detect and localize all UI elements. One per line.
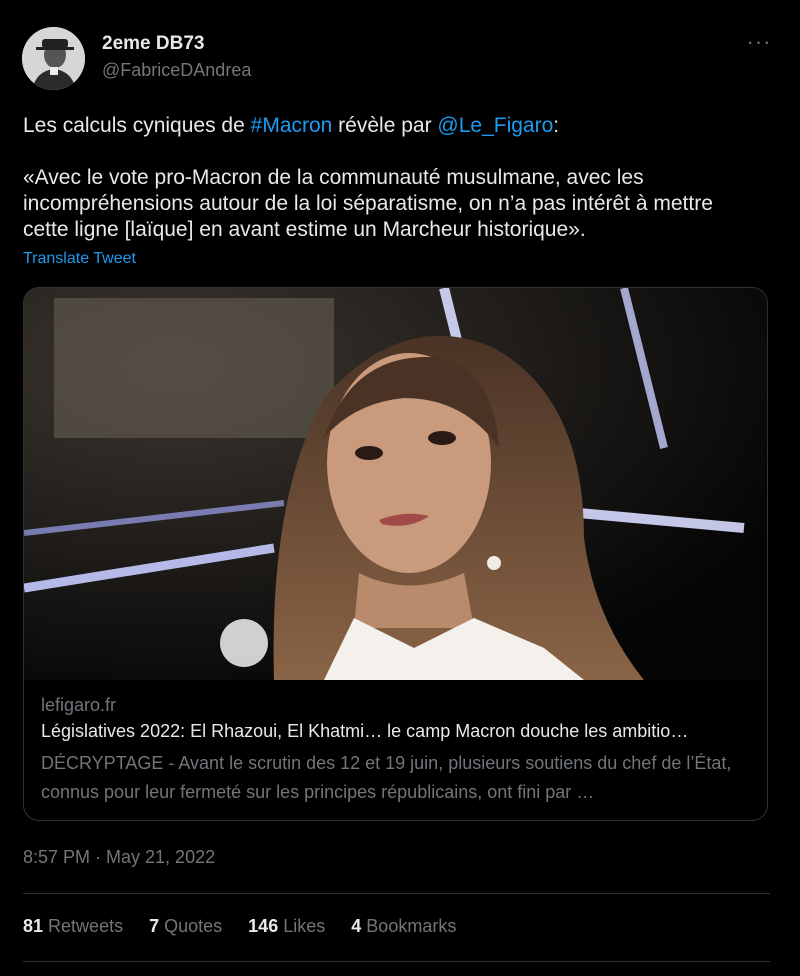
tweet-timestamp[interactable]: 8:57 PM · May 21, 2022: [23, 847, 215, 868]
tweet-stats: 81 Retweets 7 Quotes 146 Likes 4 Bookmar…: [23, 916, 482, 937]
card-domain: lefigaro.fr: [41, 695, 117, 715]
stat-count: 4: [351, 916, 362, 936]
divider: [23, 893, 770, 894]
tweet-first-line: Les calculs cyniques de #Macron révèle p…: [23, 113, 763, 139]
stat-label: Likes: [283, 916, 326, 936]
card-meta: lefigaro.fr Législatives 2022: El Rhazou…: [41, 695, 756, 807]
stat-label: Bookmarks: [366, 916, 457, 936]
link-preview-card[interactable]: lefigaro.fr Législatives 2022: El Rhazou…: [23, 287, 768, 821]
hashtag-link[interactable]: #Macron: [251, 114, 333, 137]
card-title[interactable]: Législatives 2022: El Rhazoui, El Khatmi…: [41, 721, 756, 749]
mention-link[interactable]: @Le_Figaro: [437, 114, 553, 137]
stat-quotes[interactable]: 7 Quotes: [149, 916, 222, 937]
tweet-quote: «Avec le vote pro-Macron de la communaut…: [23, 166, 713, 241]
avatar-portrait-image: [22, 27, 85, 90]
avatar[interactable]: [22, 27, 85, 90]
author-name[interactable]: 2eme DB73: [102, 33, 204, 55]
article-photo[interactable]: [24, 288, 767, 680]
stat-bookmarks[interactable]: 4 Bookmarks: [351, 916, 456, 937]
stat-label: Quotes: [164, 916, 223, 936]
stat-count: 146: [248, 916, 279, 936]
stat-retweets[interactable]: 81 Retweets: [23, 916, 123, 937]
stat-likes[interactable]: 146 Likes: [248, 916, 325, 937]
tweet-text-middle: révèle par: [332, 114, 438, 137]
tweet-text: Les calculs cyniques de #Macron révèle p…: [23, 113, 763, 243]
tweet-text-suffix: :: [553, 114, 560, 137]
card-description: DÉCRYPTAGE - Avant le scrutin des 12 et …: [41, 753, 732, 802]
divider: [23, 961, 770, 962]
tweet-text-prefix: Les calculs cyniques de: [23, 114, 251, 137]
author-handle[interactable]: @FabriceDAndrea: [102, 60, 251, 81]
stat-label: Retweets: [48, 916, 124, 936]
stat-count: 81: [23, 916, 44, 936]
more-options-icon[interactable]: ···: [744, 31, 774, 56]
translate-tweet-link[interactable]: Translate Tweet: [23, 250, 136, 268]
stat-count: 7: [149, 916, 160, 936]
